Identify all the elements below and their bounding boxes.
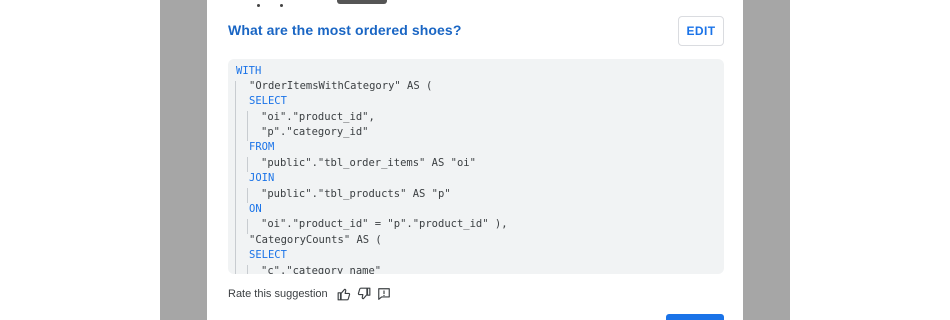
edit-button[interactable]: EDIT [678, 16, 724, 46]
code-line: "OrderItemsWithCategory" AS ( [249, 80, 433, 92]
code-line: FROM [249, 141, 275, 153]
sql-code-block[interactable]: WITH "OrderItemsWithCategory" AS ( SELEC… [228, 59, 724, 274]
code-line: ON [249, 203, 262, 215]
code-line: "CategoryCounts" AS ( [249, 234, 382, 246]
code-line: "public"."tbl_products" AS "p" [261, 188, 451, 200]
right-backdrop [743, 0, 790, 320]
suggestion-title: What are the most ordered shoes? [228, 22, 462, 38]
thumbs-down-icon[interactable] [356, 286, 372, 302]
code-line: WITH [236, 65, 262, 77]
feedback-label: Rate this suggestion [228, 288, 328, 300]
code-line: SELECT [249, 249, 287, 261]
code-line: JOIN [249, 172, 275, 184]
primary-action-button[interactable] [666, 314, 724, 320]
indent-guide [247, 157, 248, 172]
clipped-header [257, 0, 317, 7]
clipped-chip [337, 0, 387, 4]
code-line: "oi"."product_id", [261, 111, 375, 123]
suggestion-panel: What are the most ordered shoes? EDIT WI… [207, 0, 743, 320]
feedback-row: Rate this suggestion [228, 286, 396, 302]
indent-guide [247, 111, 248, 141]
indent-guide [247, 219, 248, 234]
code-line: "oi"."product_id" = "p"."product_id" ), [261, 218, 508, 230]
report-icon[interactable] [376, 286, 392, 302]
indent-guide [247, 265, 248, 274]
code-line: "public"."tbl_order_items" AS "oi" [261, 157, 476, 169]
indent-guide [247, 188, 248, 203]
code-line: "c"."category_name" [261, 265, 382, 274]
code-line: SELECT [249, 95, 287, 107]
left-backdrop [160, 0, 207, 320]
indent-guide [235, 81, 236, 274]
thumbs-up-icon[interactable] [336, 286, 352, 302]
code-line: "p"."category_id" [261, 126, 369, 138]
